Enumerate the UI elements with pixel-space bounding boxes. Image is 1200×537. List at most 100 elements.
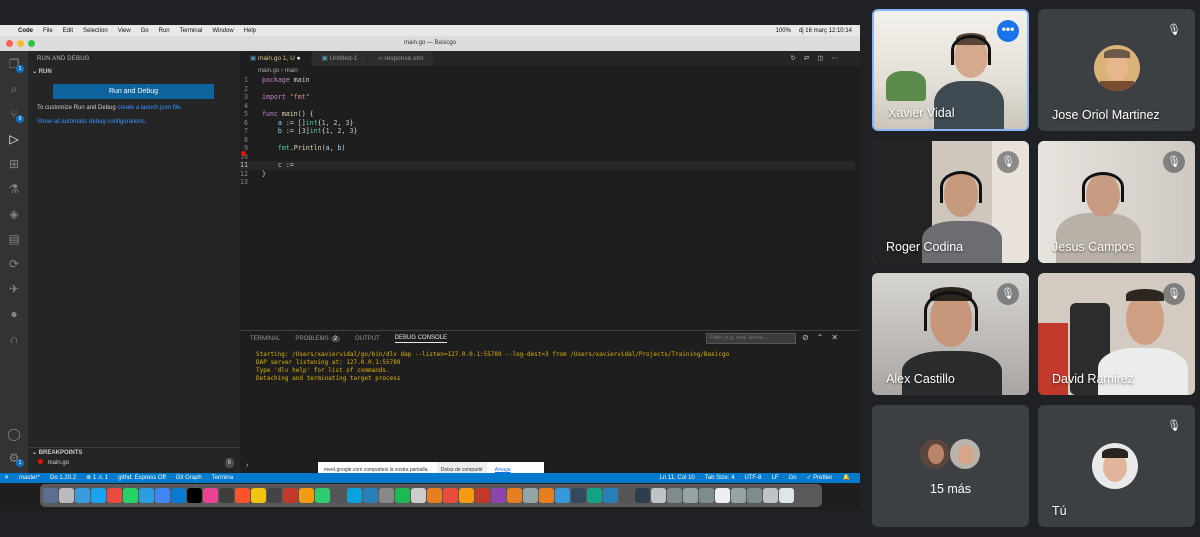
dock-app-icon[interactable]	[411, 488, 426, 503]
notifications-icon[interactable]: 🔔	[843, 473, 850, 483]
dock-app-icon[interactable]	[251, 488, 266, 503]
dock-app-icon[interactable]	[763, 488, 778, 503]
show-all-debug-configs-link[interactable]: Show all automatic debug configurations.	[28, 119, 240, 125]
tab-problems[interactable]: PROBLEMS 2	[295, 336, 341, 342]
docker-icon[interactable]: ◈	[7, 207, 21, 221]
dock-app-icon[interactable]	[587, 488, 602, 503]
line-ending[interactable]: LF	[771, 473, 778, 483]
dock-app-icon[interactable]	[283, 488, 298, 503]
search-icon[interactable]: ⌕	[7, 82, 21, 96]
language-mode[interactable]: Go	[788, 473, 796, 483]
dock-app-icon[interactable]	[299, 488, 314, 503]
run-debug-icon[interactable]: ▷	[7, 132, 21, 146]
dock-app-icon[interactable]	[315, 488, 330, 503]
dock-app-icon[interactable]	[523, 488, 538, 503]
dock-app-icon[interactable]	[667, 488, 682, 503]
dock-app-icon[interactable]	[203, 488, 218, 503]
tab-debug-console[interactable]: DEBUG CONSOLE	[394, 335, 448, 343]
dock-app-icon[interactable]	[155, 488, 170, 503]
run-and-debug-button[interactable]: Run and Debug	[53, 84, 214, 99]
run-section-header[interactable]: ⌄ RUN	[28, 67, 240, 78]
close-window-icon[interactable]	[6, 40, 13, 47]
dock-app-icon[interactable]	[683, 488, 698, 503]
menu-go[interactable]: Go	[141, 28, 149, 34]
headset-icon[interactable]: ∩	[7, 332, 21, 346]
dock-app-icon[interactable]	[619, 488, 634, 503]
menu-run[interactable]: Run	[159, 28, 170, 34]
dock-app-icon[interactable]	[331, 488, 346, 503]
panel-actions[interactable]: ⊘⌃✕	[802, 333, 846, 342]
editor-actions[interactable]: ↻⇄◫⋯	[790, 51, 860, 66]
dock-app-icon[interactable]	[59, 488, 74, 503]
dock-app-icon[interactable]	[651, 488, 666, 503]
zoom-window-icon[interactable]	[28, 40, 35, 47]
dock-app-icon[interactable]	[187, 488, 202, 503]
tab-untitled-1[interactable]: ▣ Untitled-1	[311, 51, 369, 66]
participant-tile-xavier-vidal[interactable]: ••• Xavier Vidal	[872, 9, 1029, 131]
live-share-icon[interactable]: ⟳	[7, 257, 21, 271]
menu-selection[interactable]: Selection	[83, 28, 108, 34]
menu-edit[interactable]: Edit	[63, 28, 73, 34]
participant-tile-roger-codina[interactable]: 🎙 Roger Codina	[872, 141, 1029, 263]
console-prompt-icon[interactable]: ›	[246, 462, 248, 469]
dock-app-icon[interactable]	[571, 488, 586, 503]
cursor-position[interactable]: Ln 11, Col 10	[660, 473, 695, 483]
encoding[interactable]: UTF-8	[744, 473, 761, 483]
participant-tile-self[interactable]: 🎙 Tú	[1038, 405, 1195, 527]
tab-terminal[interactable]: TERMINAL	[250, 336, 280, 342]
dock-app-icon[interactable]	[139, 488, 154, 503]
breakpoints-header[interactable]: ⌄ BREAKPOINTS	[28, 447, 240, 458]
minimize-window-icon[interactable]	[17, 40, 24, 47]
gutter-breakpoint-icon[interactable]	[241, 151, 246, 156]
dock-app-icon[interactable]	[539, 488, 554, 503]
testing-icon[interactable]: ⚗	[7, 182, 21, 196]
database-icon[interactable]: ●	[7, 307, 21, 321]
dock-app-icon[interactable]	[427, 488, 442, 503]
breadcrumb-file[interactable]: main.go	[258, 68, 279, 74]
menu-app-name[interactable]: Code	[18, 28, 33, 34]
dock-app-icon[interactable]	[747, 488, 762, 503]
dock-app-icon[interactable]	[779, 488, 794, 503]
dock-app-icon[interactable]	[555, 488, 570, 503]
dock-app-icon[interactable]	[699, 488, 714, 503]
participant-tile-alex-castillo[interactable]: 🎙 Alex Castillo	[872, 273, 1029, 395]
prettier-status[interactable]: ✓ Prettier	[806, 473, 832, 483]
dock-app-icon[interactable]	[43, 488, 58, 503]
breakpoint-item[interactable]: main.go 6	[28, 458, 240, 468]
dock-app-icon[interactable]	[91, 488, 106, 503]
dock-app-icon[interactable]	[395, 488, 410, 503]
tab-response-xml[interactable]: ‹› response.xml	[368, 51, 435, 66]
create-launch-json-link[interactable]: create a launch.json file.	[117, 105, 182, 111]
dock-app-icon[interactable]	[123, 488, 138, 503]
unsaved-dot-icon[interactable]: ●	[297, 55, 301, 62]
participant-tile-david-ramirez[interactable]: 🎙 David Ramirez	[1038, 273, 1195, 395]
dock-app-icon[interactable]	[443, 488, 458, 503]
dock-app-icon[interactable]	[171, 488, 186, 503]
remote-icon[interactable]: ✕	[4, 473, 9, 483]
menu-terminal[interactable]: Terminal	[180, 28, 203, 34]
dock-app-icon[interactable]	[379, 488, 394, 503]
dock-app-icon[interactable]	[491, 488, 506, 503]
menu-window[interactable]: Window	[212, 28, 233, 34]
breadcrumb-symbol[interactable]: main	[285, 68, 298, 74]
githd-status[interactable]: githd: Express Off	[118, 473, 166, 483]
menu-help[interactable]: Help	[244, 28, 256, 34]
deploy-icon[interactable]: ✈	[7, 282, 21, 296]
dock-app-icon[interactable]	[603, 488, 618, 503]
tab-size[interactable]: Tab Size: 4	[705, 473, 735, 483]
debug-console-filter-input[interactable]	[706, 333, 796, 344]
git-branch[interactable]: master*	[19, 473, 40, 483]
menu-view[interactable]: View	[118, 28, 131, 34]
more-participants-tile[interactable]: 15 más	[872, 405, 1029, 527]
participant-tile-jesus-campos[interactable]: 🎙 Jesus Campos	[1038, 141, 1195, 263]
dock-app-icon[interactable]	[715, 488, 730, 503]
dock-app-icon[interactable]	[363, 488, 378, 503]
problems-summary[interactable]: ⊗ 1 ⚠ 1	[86, 473, 108, 483]
dock-app-icon[interactable]	[75, 488, 90, 503]
dock-app-icon[interactable]	[267, 488, 282, 503]
code-editor[interactable]: 1 package main 2 3 import "fmt" 4 5 func ma…	[240, 76, 855, 334]
account-icon[interactable]: ◯	[7, 427, 21, 441]
dock-app-icon[interactable]	[107, 488, 122, 503]
dock-app-icon[interactable]	[459, 488, 474, 503]
dock-app-icon[interactable]	[635, 488, 650, 503]
